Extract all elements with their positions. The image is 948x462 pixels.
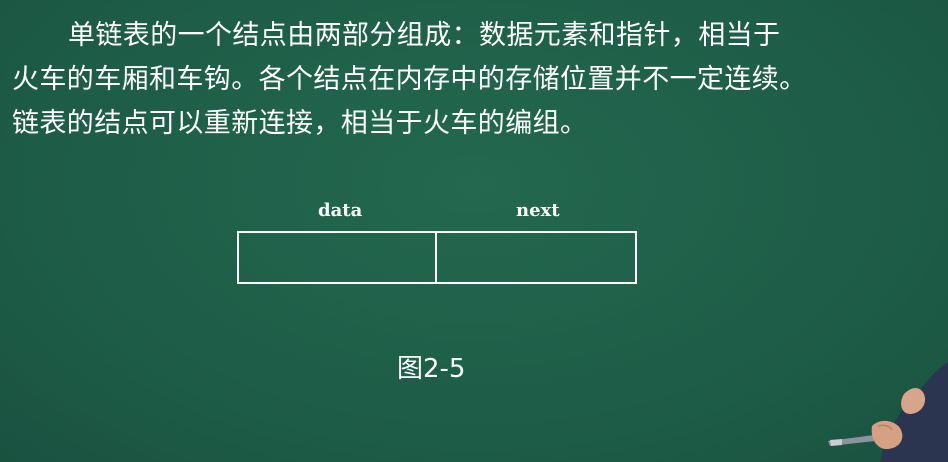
linked-list-node-box — [237, 231, 637, 284]
description-paragraph: 单链表的一个结点由两部分组成：数据元素和指针，相当于火车的车厢和车钩。各个结点在… — [12, 14, 940, 146]
figure-caption: 图2-5 — [397, 354, 466, 384]
paragraph-line-2: 火车的车厢和车钩。各个结点在内存中的存储位置并不一定连续。 — [12, 64, 807, 95]
next-field-label: next — [516, 200, 560, 221]
next-pointer-cell — [437, 233, 635, 282]
data-field-label: data — [318, 200, 363, 221]
paragraph-line-3: 链表的结点可以重新连接，相当于火车的编组。 — [12, 108, 588, 139]
paragraph-line-1: 单链表的一个结点由两部分组成：数据元素和指针，相当于 — [68, 20, 781, 51]
data-field-cell — [239, 233, 437, 282]
